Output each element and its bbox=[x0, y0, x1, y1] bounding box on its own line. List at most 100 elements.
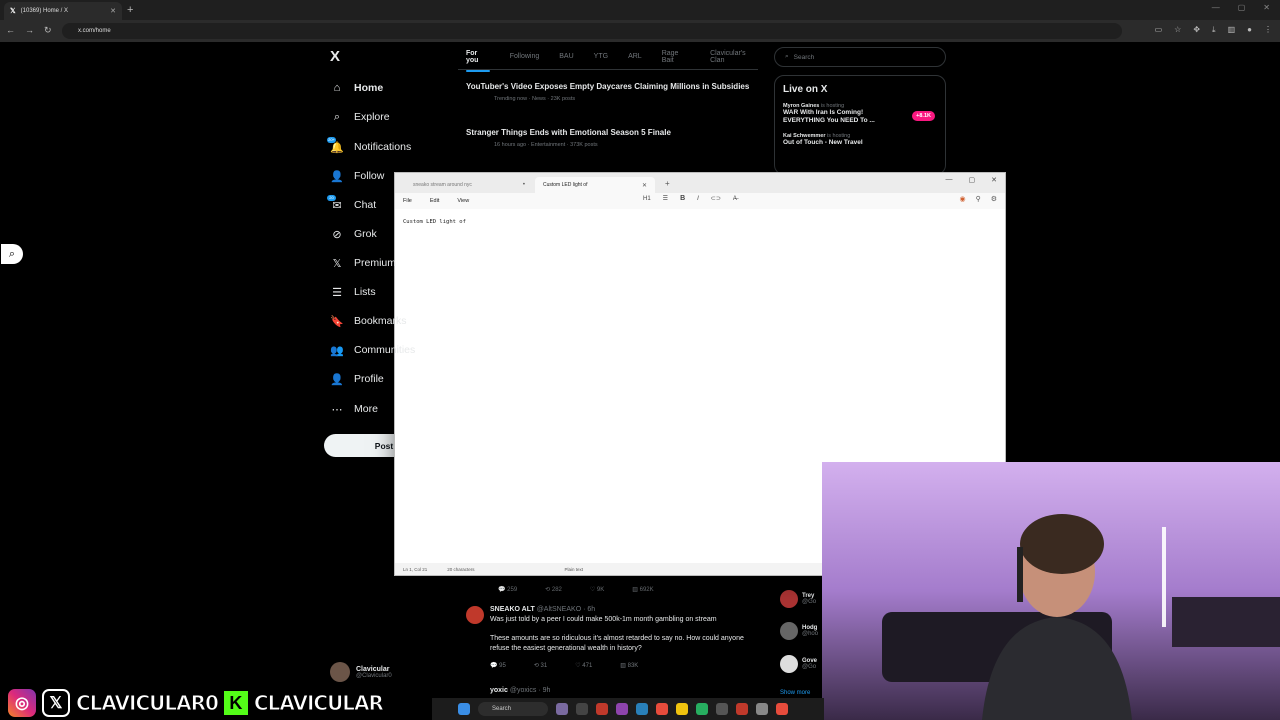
bold-icon[interactable]: B bbox=[680, 195, 685, 202]
cast-icon[interactable]: ▭ bbox=[1155, 25, 1163, 35]
follow-suggestion[interactable]: Hodg @hoo bbox=[780, 622, 818, 640]
maximize-icon[interactable]: ▢ bbox=[1238, 3, 1246, 12]
trend-meta: 16 hours ago · Entertainment · 373K post… bbox=[494, 142, 598, 148]
x-logo[interactable]: X bbox=[330, 48, 340, 65]
nav-item-profile[interactable]: 👤 Profile bbox=[330, 369, 384, 389]
close-tab-icon[interactable]: ✕ bbox=[110, 7, 116, 15]
repost-count[interactable]: ⟲ 282 bbox=[545, 586, 562, 593]
menu-view[interactable]: View bbox=[457, 198, 469, 204]
widget-icon[interactable] bbox=[556, 703, 568, 715]
chrome-icon[interactable] bbox=[676, 703, 688, 715]
feed-tab[interactable]: Clavicular's Clan bbox=[710, 50, 758, 64]
address-bar[interactable]: x.com/home bbox=[62, 23, 1122, 39]
feed-tab[interactable]: ARL bbox=[628, 53, 642, 60]
nav-item-chat[interactable]: ✉ Chat 20 bbox=[327, 195, 376, 215]
like-count[interactable]: ♡ 9K bbox=[590, 586, 604, 593]
notepad-window-controls: — ▢ ✕ bbox=[946, 176, 998, 184]
feed-tab[interactable]: YTG bbox=[594, 53, 608, 60]
trend-item[interactable]: YouTuber's Video Exposes Empty Daycares … bbox=[466, 82, 751, 102]
app-icon[interactable] bbox=[616, 703, 628, 715]
search-input[interactable]: ⌕ Search bbox=[774, 47, 946, 67]
view-count[interactable]: ▥ 83K bbox=[620, 662, 638, 669]
tweet[interactable]: yoxic @yoxics · 9h bbox=[466, 687, 756, 694]
close-tab-icon[interactable]: ✕ bbox=[642, 182, 647, 189]
start-icon[interactable] bbox=[458, 703, 470, 715]
nav-item-notifications[interactable]: 🔔 Notifications 20+ bbox=[327, 137, 411, 157]
show-more-link[interactable]: Show more bbox=[780, 690, 810, 696]
new-tab-button[interactable]: + bbox=[127, 4, 133, 16]
follow-suggestion[interactable]: Trey @Go bbox=[780, 590, 816, 608]
reload-icon[interactable]: ↻ bbox=[44, 25, 52, 36]
feed-tab[interactable]: BAU bbox=[559, 53, 573, 60]
nav-item-label: Explore bbox=[354, 111, 390, 123]
app-icon[interactable] bbox=[636, 703, 648, 715]
reply-count[interactable]: 💬 259 bbox=[498, 586, 517, 593]
tweet-actions: 💬 259 ⟲ 282 ♡ 9K ▥ 692K bbox=[466, 586, 654, 593]
nav-item-home[interactable]: ⌂ Home bbox=[330, 78, 384, 98]
account-switcher[interactable]: Clavicular @Clavicular0 bbox=[330, 662, 392, 682]
feed-tab[interactable]: Rage Bait bbox=[662, 50, 690, 64]
app-icon[interactable] bbox=[696, 703, 708, 715]
nav-item-follow[interactable]: 👤 Follow bbox=[330, 166, 384, 186]
notepad-tab[interactable]: sneako stream around nyc • bbox=[405, 177, 533, 193]
profile-icon[interactable]: ● bbox=[1247, 25, 1252, 35]
live-item[interactable]: Myron Gaines is hosting WAR With Iran Is… bbox=[783, 103, 937, 125]
reply-count[interactable]: 💬 95 bbox=[490, 662, 506, 669]
maximize-icon[interactable]: ▢ bbox=[969, 176, 976, 184]
account-handle: @Clavicular0 bbox=[356, 672, 392, 679]
settings-icon[interactable]: ⚙ bbox=[991, 195, 997, 203]
link-icon[interactable]: ⊂⊃ bbox=[711, 195, 721, 202]
forward-icon[interactable]: → bbox=[25, 25, 34, 36]
app-icon[interactable] bbox=[756, 703, 768, 715]
copilot-icon[interactable]: ◉ bbox=[959, 195, 965, 203]
app-icon[interactable] bbox=[716, 703, 728, 715]
minimize-icon[interactable]: — bbox=[1212, 3, 1220, 12]
minimize-icon[interactable]: — bbox=[946, 176, 953, 184]
tweet-actions: 💬 95 ⟲ 31 ♡ 471 ▥ 83K bbox=[466, 662, 756, 669]
nav-item-explore[interactable]: ⌕ Explore bbox=[330, 107, 390, 127]
browser-tab[interactable]: 𝕏 (10369) Home / X ✕ bbox=[4, 2, 122, 20]
nav-item-grok[interactable]: ⊘ Grok bbox=[330, 224, 376, 244]
app-icon[interactable] bbox=[656, 703, 668, 715]
feed-tab[interactable]: Following bbox=[510, 53, 540, 60]
heading-dropdown[interactable]: H1 bbox=[643, 196, 651, 202]
live-item[interactable]: Kai Schwemmer is hosting Out of Touch - … bbox=[783, 133, 937, 147]
file-explorer-icon[interactable] bbox=[576, 703, 588, 715]
star-icon[interactable]: ☆ bbox=[1174, 25, 1181, 35]
like-count[interactable]: ♡ 471 bbox=[575, 662, 592, 669]
app-icon[interactable] bbox=[776, 703, 788, 715]
menu-file[interactable]: File bbox=[403, 198, 412, 204]
nav-item-more[interactable]: ⋯ More bbox=[330, 399, 378, 419]
menu-edit[interactable]: Edit bbox=[430, 198, 439, 204]
new-tab-button[interactable]: + bbox=[665, 179, 670, 188]
app-icon[interactable] bbox=[736, 703, 748, 715]
account-icon[interactable]: ⚲ bbox=[976, 195, 981, 203]
unsaved-dot-icon[interactable]: • bbox=[523, 182, 525, 188]
nav-item-bookmarks[interactable]: 🔖 Bookmarks bbox=[330, 311, 406, 331]
close-window-icon[interactable]: ✕ bbox=[1263, 3, 1270, 12]
italic-icon[interactable]: I bbox=[697, 196, 699, 202]
trend-item[interactable]: Stranger Things Ends with Emotional Seas… bbox=[466, 128, 751, 148]
clear-format-icon[interactable]: A̶ bbox=[733, 196, 737, 202]
close-window-icon[interactable]: ✕ bbox=[991, 176, 997, 184]
follow-suggestion[interactable]: Gove @Go bbox=[780, 655, 817, 673]
notification-badge: 20 bbox=[327, 195, 336, 201]
taskbar-search[interactable]: Search bbox=[478, 702, 548, 716]
download-icon[interactable]: ⤓ bbox=[1212, 25, 1216, 35]
feed-tab[interactable]: For you bbox=[466, 50, 490, 72]
nav-item-communities[interactable]: 👥 Communities bbox=[330, 340, 415, 360]
sidebar-icon[interactable]: ▥ bbox=[1228, 25, 1236, 35]
nav-item-lists[interactable]: ☰ Lists bbox=[330, 282, 376, 302]
menu-icon[interactable]: ⋮ bbox=[1264, 25, 1272, 35]
extensions-icon[interactable]: ✥ bbox=[1193, 25, 1200, 35]
trend-title: Stranger Things Ends with Emotional Seas… bbox=[466, 128, 671, 137]
notepad-tab-active[interactable]: Custom LED light of ✕ bbox=[535, 177, 655, 193]
list-icon[interactable]: ☰ bbox=[663, 195, 668, 202]
zoom-lens-icon[interactable]: ⌕ bbox=[1, 244, 23, 264]
back-icon[interactable]: ← bbox=[6, 25, 15, 36]
nav-item-premium[interactable]: 𝕏 Premium bbox=[330, 253, 396, 273]
tweet[interactable]: SNEAKO ALT @AltSNEAKO · 6h Was just told… bbox=[466, 606, 756, 669]
repost-count[interactable]: ⟲ 31 bbox=[534, 662, 547, 669]
view-count[interactable]: ▥ 692K bbox=[632, 586, 653, 593]
app-icon[interactable] bbox=[596, 703, 608, 715]
